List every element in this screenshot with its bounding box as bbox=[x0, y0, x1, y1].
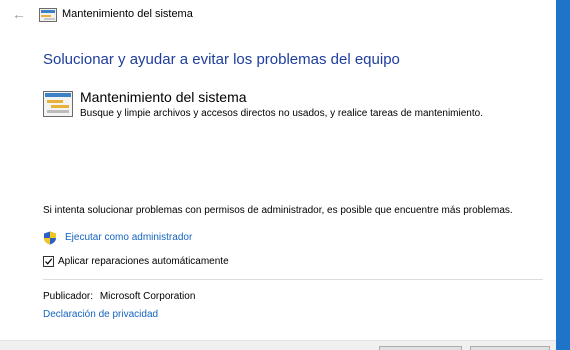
auto-repair-label: Aplicar reparaciones automáticamente bbox=[58, 256, 229, 267]
next-button[interactable] bbox=[379, 346, 462, 350]
admin-note: Si intenta solucionar problemas con perm… bbox=[43, 205, 513, 216]
desktop-background bbox=[556, 0, 570, 350]
run-as-admin-link[interactable]: Ejecutar como administrador bbox=[65, 232, 192, 243]
system-maintenance-icon bbox=[43, 91, 73, 117]
title-bar: ← Mantenimiento del sistema bbox=[0, 0, 556, 30]
privacy-link[interactable]: Declaración de privacidad bbox=[43, 309, 158, 320]
window-title: Mantenimiento del sistema bbox=[62, 8, 193, 20]
back-arrow-icon[interactable]: ← bbox=[12, 7, 26, 21]
system-maintenance-icon bbox=[39, 8, 57, 22]
uac-shield-icon bbox=[43, 231, 57, 245]
troubleshooter-title: Mantenimiento del sistema bbox=[80, 89, 247, 105]
publisher-value: Microsoft Corporation bbox=[99, 291, 196, 302]
publisher-info: Publicador: Microsoft Corporation bbox=[43, 291, 195, 302]
page-headline: Solucionar y ayudar a evitar los problem… bbox=[43, 51, 400, 68]
publisher-label: Publicador: bbox=[43, 291, 94, 302]
auto-repair-checkbox[interactable] bbox=[43, 256, 54, 267]
footer-bar bbox=[0, 340, 556, 350]
troubleshooter-window: ← Mantenimiento del sistema Solucionar y… bbox=[0, 0, 556, 350]
cancel-button[interactable] bbox=[470, 346, 550, 350]
troubleshooter-description: Busque y limpie archivos y accesos direc… bbox=[80, 108, 483, 119]
divider bbox=[43, 279, 543, 280]
